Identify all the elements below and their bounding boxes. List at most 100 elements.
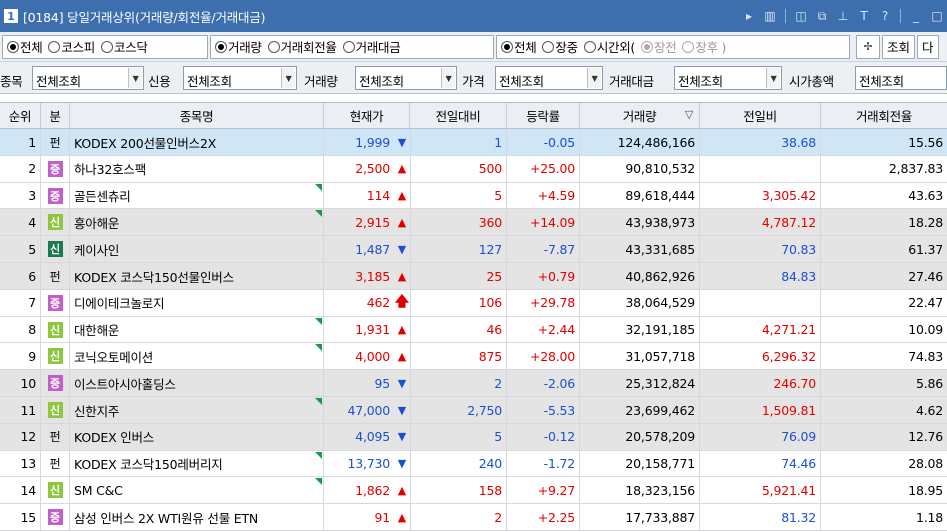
stock-name[interactable]: KODEX 코스닥150선물인버스 [74, 267, 234, 286]
change-cell: 158 [411, 477, 507, 504]
table-row[interactable]: 8 신 대한해운 1,931 ▲ 46 +2.44 32,191,185 4,271.21 10.… [0, 316, 947, 344]
cap-filter-select[interactable]: 전체조회 [855, 66, 947, 90]
stock-name[interactable]: 하나32호스팩 [74, 159, 146, 178]
header-category[interactable]: 분 [41, 103, 70, 128]
stock-name-cell[interactable]: 골든센츄리 [70, 182, 324, 209]
table-row[interactable]: 7 증 디에이테크놀로지 462 🡅 106 +29.78 38,064,529 22.47 [0, 289, 947, 317]
header-volume[interactable]: 거래량 ▽ [580, 103, 700, 128]
stock-name-cell[interactable]: 이스트아시아홀딩스 [70, 370, 324, 397]
help-icon[interactable]: ? [879, 9, 891, 23]
amount-filter-select[interactable]: 전체조회 ▼ [674, 66, 782, 90]
stock-name[interactable]: 신한지주 [74, 401, 119, 420]
table-row[interactable]: 10 증 이스트아시아홀딩스 95 ▼ 2 -2.06 25,312,824 246.70 5.8… [0, 370, 947, 397]
table-row[interactable]: 5 신 케이사인 1,487 ▼ 127 -7.87 43,331,685 70.83 61.37 [0, 236, 947, 263]
stock-name[interactable]: 코닉오토메이션 [74, 347, 153, 366]
next-button[interactable]: 다 [917, 34, 939, 59]
session-radio-all[interactable]: 전체 [501, 37, 537, 56]
stock-name-cell[interactable]: 대한해운 [70, 316, 324, 343]
stock-name[interactable]: 케이사인 [74, 240, 119, 259]
header-name[interactable]: 종목명 [70, 103, 324, 128]
volume-cell: 38,064,529 [580, 289, 700, 316]
rate-cell: +2.44 [507, 316, 580, 343]
stock-name-cell[interactable]: 삼성 인버스 2X WTI원유 선물 ETN [70, 504, 324, 531]
rank-cell: 15 [0, 504, 41, 531]
query-button[interactable]: 조회 [882, 34, 916, 59]
table-row[interactable]: 4 신 흥아해운 2,915 ▲ 360 +14.09 43,938,973 4,787.12 1… [0, 209, 947, 237]
up-triangle-icon: ▲ [397, 215, 407, 229]
stock-name[interactable]: SM C&C [74, 483, 123, 498]
category-badge: 신 [47, 482, 63, 499]
header-price[interactable]: 현재가 [324, 103, 410, 128]
table-row[interactable]: 6 펀 KODEX 코스닥150선물인버스 3,185 ▲ 25 +0.79 40,862,9… [0, 263, 947, 290]
prev-ratio-cell: 5,921.41 [700, 477, 821, 504]
stock-name-cell[interactable]: KODEX 200선물인버스2X [70, 129, 324, 155]
stock-name-cell[interactable]: 하나32호스팩 [70, 155, 324, 182]
table-row[interactable]: 1 펀 KODEX 200선물인버스2X 1,999 ▼ 1 -0.05 124,486,16… [0, 129, 947, 156]
table-row[interactable]: 9 신 코닉오토메이션 4,000 ▲ 875 +28.00 31,057,718 6,296.… [0, 343, 947, 371]
stock-name[interactable]: 디에이테크놀로지 [74, 293, 165, 312]
sort-down-icon: ▽ [684, 108, 693, 121]
session-radio-regular[interactable]: 장중 [542, 37, 578, 56]
session-radio-postmarket[interactable]: 장후 ) [682, 37, 726, 56]
market-radio-all[interactable]: 전체 [7, 37, 43, 56]
table-row[interactable]: 14 신 SM C&C 1,862 ▲ 158 +9.27 18,323,156 5,921.4… [0, 477, 947, 505]
stock-name[interactable]: 흥아해운 [74, 213, 119, 232]
stock-name-cell[interactable]: 디에이테크놀로지 [70, 289, 324, 316]
filter-row: 종목 전체조회 ▼ 신용 전체조회 ▼ 거래량 전체조회 ▼ 가격 전체조회 ▼ 거래대… [0, 62, 947, 94]
stock-name-cell[interactable]: KODEX 인버스 [70, 423, 324, 450]
stock-name-cell[interactable]: SM C&C [70, 477, 324, 504]
header-rate[interactable]: 등락률 [507, 103, 580, 128]
stock-name[interactable]: KODEX 200선물인버스2X [74, 133, 216, 152]
grid-icon[interactable]: ▥ [764, 9, 776, 23]
stock-name-cell[interactable]: 코닉오토메이션 [70, 343, 324, 370]
rank-cell: 13 [0, 450, 41, 477]
pin-button[interactable]: ✢ [856, 34, 880, 59]
metric-radio-turnover[interactable]: 거래회전율 [267, 37, 337, 56]
font-icon[interactable]: T [858, 9, 870, 23]
stock-name-cell[interactable]: KODEX 코스닥150선물인버스 [70, 263, 324, 289]
market-radio-kospi[interactable]: 코스피 [48, 37, 95, 56]
stock-name[interactable]: KODEX 코스닥150레버리지 [74, 454, 223, 473]
header-change[interactable]: 전일대비 [410, 103, 507, 128]
stock-name[interactable]: 골든센츄리 [74, 186, 131, 205]
stock-name[interactable]: 이스트아시아홀딩스 [74, 374, 176, 393]
table-row[interactable]: 12 펀 KODEX 인버스 4,095 ▼ 5 -0.12 20,578,209 76.09 1… [0, 423, 947, 451]
radio-dot-icon [267, 40, 280, 53]
price-filter-select[interactable]: 전체조회 ▼ [495, 66, 603, 90]
stock-name[interactable]: 삼성 인버스 2X WTI원유 선물 ETN [74, 508, 258, 527]
link-icon[interactable]: ⧉ [816, 9, 828, 24]
session-radio-afterhours[interactable]: 시간외( [583, 37, 635, 56]
metric-radio-amount[interactable]: 거래대금 [342, 37, 401, 56]
item-filter-select[interactable]: 전체조회 ▼ [32, 66, 144, 90]
stock-name-cell[interactable]: 신한지주 [70, 397, 324, 423]
window-number-badge[interactable]: 1 [4, 9, 18, 23]
market-radio-kosdaq[interactable]: 코스닥 [101, 37, 148, 56]
play-icon[interactable]: ▸ [743, 9, 755, 23]
metric-radio-volume[interactable]: 거래량 [215, 37, 262, 56]
credit-filter-select[interactable]: 전체조회 ▼ [183, 66, 297, 90]
rank-cell: 9 [0, 343, 41, 370]
radio-dot-icon [583, 40, 596, 53]
table-row[interactable]: 2 증 하나32호스팩 2,500 ▲ 500 +25.00 90,810,532 2,837.… [0, 155, 947, 183]
maximize-icon[interactable]: □ [931, 9, 943, 23]
window-icon[interactable]: ◫ [795, 9, 807, 23]
table-row[interactable]: 3 증 골든센츄리 114 ▲ 5 +4.59 89,618,444 3,305.42 43.63 [0, 182, 947, 210]
session-radio-premarket[interactable]: 장전 [641, 37, 677, 56]
header-turnover[interactable]: 거래회전율 [821, 103, 947, 128]
table-row[interactable]: 15 증 삼성 인버스 2X WTI원유 선물 ETN 91 ▲ 2 +2.25 17,733… [0, 504, 947, 531]
stock-name[interactable]: 대한해운 [74, 320, 119, 339]
pin-icon[interactable]: ⊥ [837, 9, 849, 23]
stock-name-cell[interactable]: 케이사인 [70, 236, 324, 263]
stock-name-cell[interactable]: KODEX 코스닥150레버리지 [70, 450, 324, 477]
header-rank[interactable]: 순위 [0, 103, 41, 128]
category-badge: 신 [47, 348, 63, 365]
volume-filter-select[interactable]: 전체조회 ▼ [355, 66, 457, 90]
minimize-icon[interactable]: _ [910, 9, 922, 23]
header-prev-ratio[interactable]: 전일비 [700, 103, 821, 128]
table-row[interactable]: 13 펀 KODEX 코스닥150레버리지 13,730 ▼ 240 -1.72 20,158… [0, 450, 947, 478]
stock-name-cell[interactable]: 흥아해운 [70, 209, 324, 236]
stock-name[interactable]: KODEX 인버스 [74, 427, 154, 446]
divider [785, 9, 786, 23]
rank-cell: 10 [0, 370, 41, 397]
table-row[interactable]: 11 신 신한지주 47,000 ▼ 2,750 -5.53 23,699,462 1,509.… [0, 397, 947, 424]
